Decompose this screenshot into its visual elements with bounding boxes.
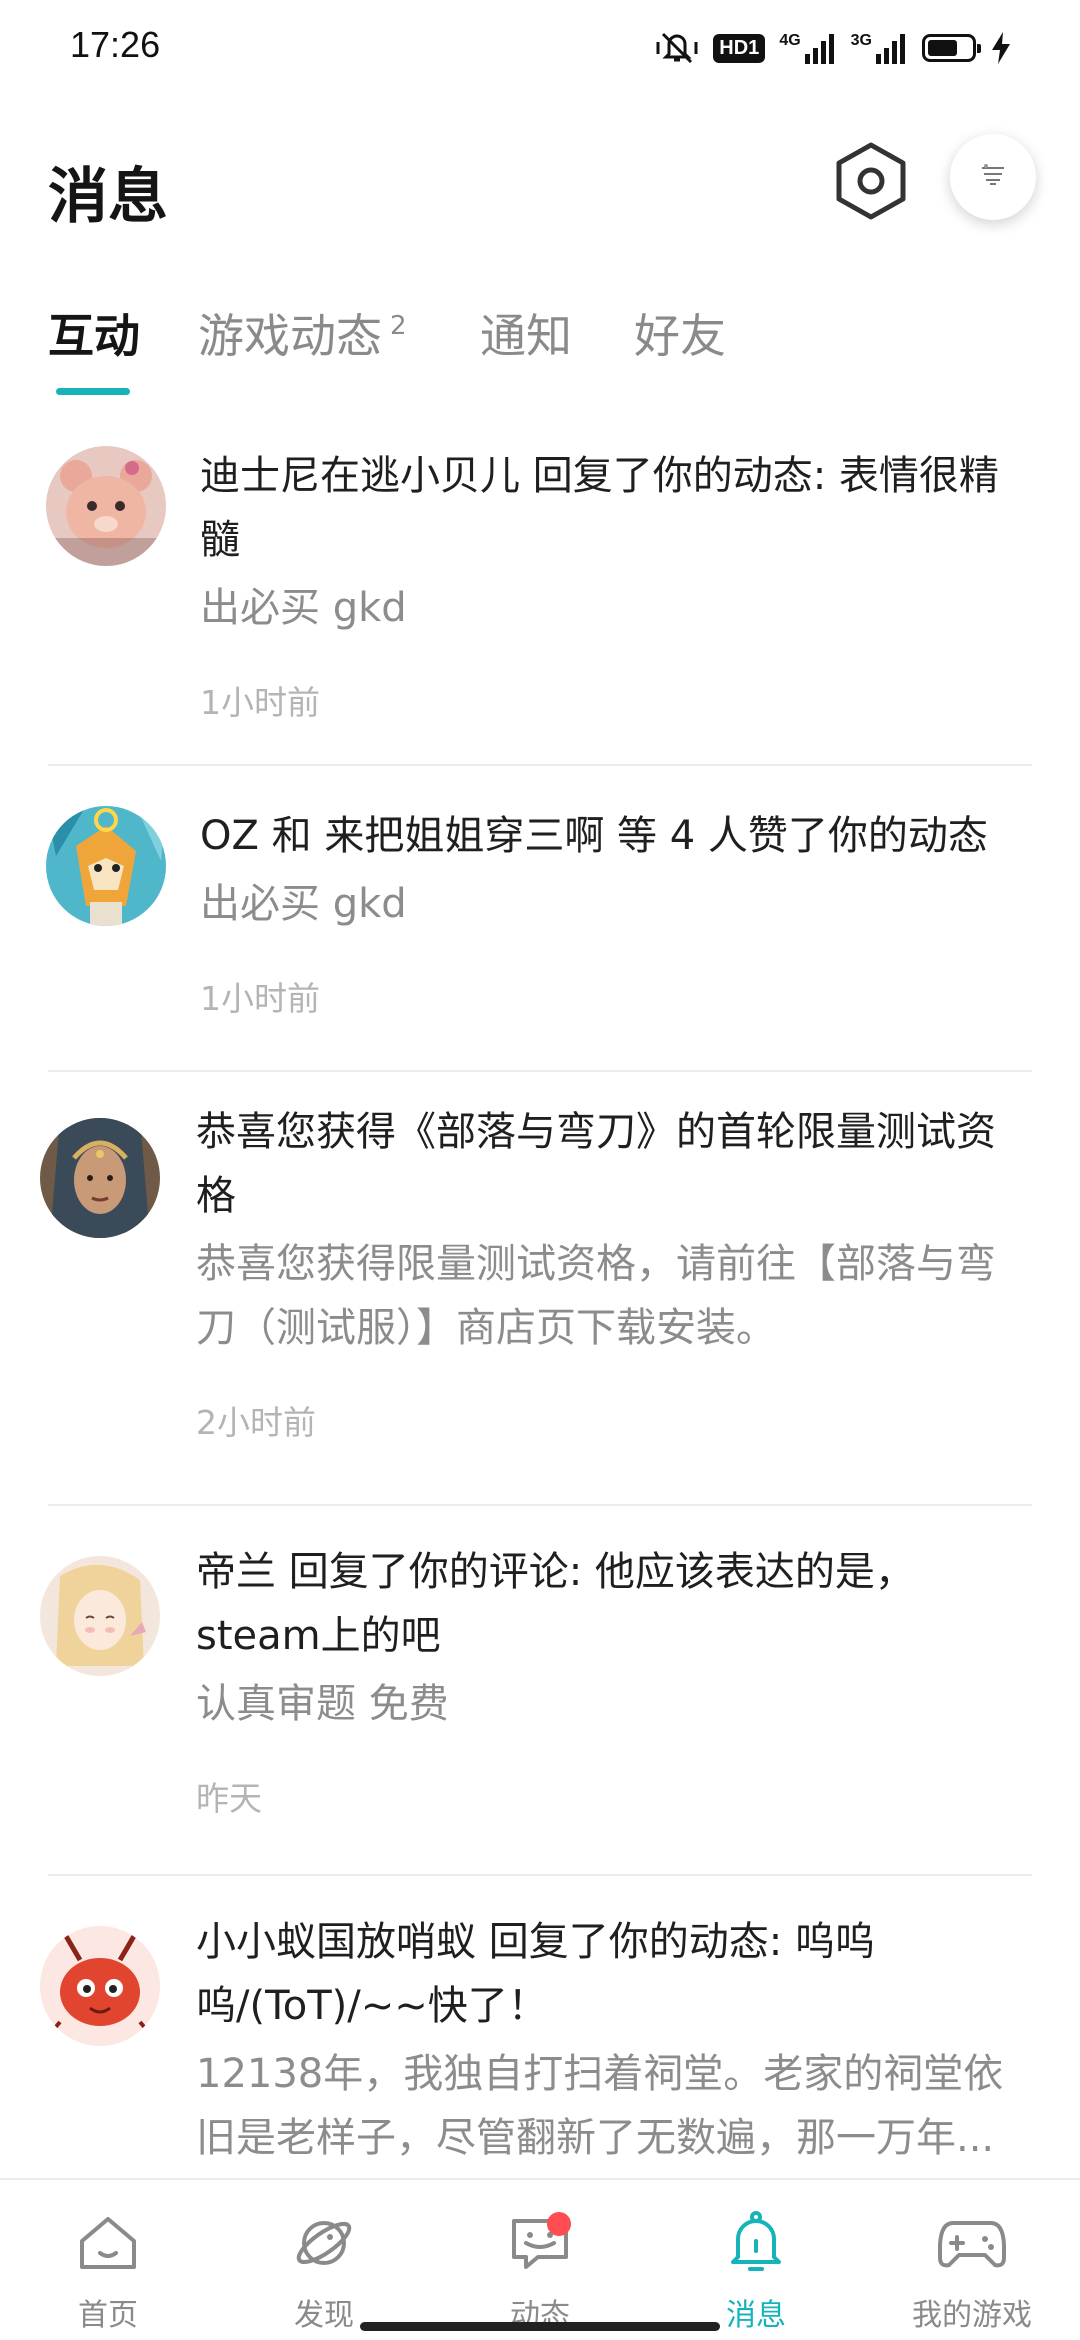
tab-label: 通知 [480,309,572,363]
list-item-title: OZ 和 来把姐姐穿三啊 等 4 人赞了你的动态 [200,813,988,859]
tab-count-badge: 2 [390,311,407,341]
tab-label: 互动 [48,309,140,363]
hd-icon: HD1 [713,33,766,63]
list-item[interactable]: OZ 和 来把姐姐穿三啊 等 4 人赞了你的动态 出必买 gkd 1小时前 [0,766,1080,1072]
network-3g-label: 3G [850,32,872,49]
settings-button[interactable] [828,140,914,226]
settings-hexagon-icon [833,141,909,225]
bell-icon [721,2210,791,2276]
tribal-woman-avatar[interactable] [40,1118,160,1238]
nav-label: 首页 [78,2298,138,2333]
list-item-content: 帝兰 回复了你的评论: 他应该表达的是，steam上的吧 认真审题 免费 昨天 [196,1540,1032,1820]
list-item-title: 小小蚁国放哨蚁 回复了你的动态: 呜呜呜/(ToT)/~~快了！ [196,1919,875,2029]
list-item[interactable]: 恭喜您获得《部落与弯刀》的首轮限量测试资格 恭喜您获得限量测试资格，请前往【部落… [0,1072,1080,1506]
list-item-subtitle: 12138年，我独自打扫着祠堂。老家的祠堂依旧是老样子，尽管翻新了无数遍，那一万… [196,2051,1004,2161]
list-item-subtitle: 恭喜您获得限量测试资格，请前往【部落与弯刀（测试服）】商店页下载安装。 [196,1241,996,1351]
list-item-content: 恭喜您获得《部落与弯刀》的首轮限量测试资格 恭喜您获得限量测试资格，请前往【部落… [196,1100,1032,1444]
nav-label: 我的游戏 [912,2298,1032,2333]
tab-game-updates[interactable]: 游戏动态 2 [198,300,407,366]
bottom-navigation: 首页 发现 动态 消息 我的游戏 [0,2178,1080,2340]
anime-girl-avatar[interactable] [40,1556,160,1676]
nav-home[interactable]: 首页 [0,2180,216,2340]
list-item-subtitle: 出必买 gkd [200,881,407,927]
list-item-subtitle: 出必买 gkd [200,585,407,631]
list-item-time: 2小时前 [196,1403,316,1442]
list-item-subtitle: 认真审题 免费 [196,1681,449,1727]
nav-feed[interactable]: 动态 [432,2180,648,2340]
status-icons: HD1 4G 3G [655,26,1012,70]
list-item[interactable]: 迪士尼在逃小贝儿 回复了你的动态: 表情很精髓 出必买 gkd 1小时前 [0,420,1080,766]
active-tab-indicator [56,388,130,395]
list-item-content: 迪士尼在逃小贝儿 回复了你的动态: 表情很精髓 出必买 gkd 1小时前 [200,444,1032,724]
home-indicator-bar[interactable] [360,2322,720,2331]
list-item-content: 小小蚁国放哨蚁 回复了你的动态: 呜呜呜/(ToT)/~~快了！ 12138年，… [196,1910,1032,2170]
list-item-title: 恭喜您获得《部落与弯刀》的首轮限量测试资格 [196,1109,996,1219]
nav-discover[interactable]: 发现 [216,2180,432,2340]
chat-bubble-icon [505,2210,575,2276]
tab-interaction[interactable]: 互动 [48,300,140,366]
network-4g-label: 4G [779,32,801,49]
tab-label: 好友 [634,309,726,363]
signal-4g-icon: 4G [779,32,836,64]
status-bar: 17:26 HD1 4G 3G [0,0,1080,96]
tab-friends[interactable]: 好友 [634,300,726,366]
page-title: 消息 [48,162,168,232]
user-avatar-icon [978,162,1008,192]
list-item[interactable]: 小小蚁国放哨蚁 回复了你的动态: 呜呜呜/(ToT)/~~快了！ 12138年，… [0,1876,1080,2178]
planet-icon [289,2210,359,2276]
list-item-time: 1小时前 [200,683,320,722]
list-item-time: 昨天 [196,1779,262,1818]
list-item-title: 迪士尼在逃小贝儿 回复了你的动态: 表情很精髓 [200,453,999,563]
nav-messages[interactable]: 消息 [648,2180,864,2340]
vibrate-mute-icon [655,30,699,66]
charging-icon [990,31,1012,65]
message-tabs: 互动 游戏动态 2 通知 好友 [0,290,1080,400]
cartoon-fox-avatar[interactable] [46,806,166,926]
nav-label: 发现 [294,2298,354,2333]
plush-bear-avatar[interactable] [46,446,166,566]
list-item-time: 1小时前 [200,979,320,1018]
page-header: 消息 [0,130,1080,240]
home-icon [73,2210,143,2276]
tab-label: 游戏动态 [198,309,382,363]
list-item[interactable]: 帝兰 回复了你的评论: 他应该表达的是，steam上的吧 认真审题 免费 昨天 [0,1506,1080,1876]
signal-3g-icon: 3G [851,32,908,64]
message-list: 迪士尼在逃小贝儿 回复了你的动态: 表情很精髓 出必买 gkd 1小时前 OZ … [0,420,1080,2178]
battery-icon [922,34,981,62]
nav-my-games[interactable]: 我的游戏 [864,2180,1080,2340]
red-ant-avatar[interactable] [40,1926,160,2046]
status-time: 17:26 [70,24,161,65]
list-item-content: OZ 和 来把姐姐穿三啊 等 4 人赞了你的动态 出必买 gkd 1小时前 [200,804,1032,1020]
user-avatar-button[interactable] [950,134,1036,220]
tab-notifications[interactable]: 通知 [480,300,572,366]
battery-level [928,40,958,56]
notification-dot [547,2212,571,2236]
nav-label: 消息 [726,2298,786,2333]
gamepad-icon [937,2210,1007,2276]
list-item-title: 帝兰 回复了你的评论: 他应该表达的是，steam上的吧 [196,1549,915,1659]
